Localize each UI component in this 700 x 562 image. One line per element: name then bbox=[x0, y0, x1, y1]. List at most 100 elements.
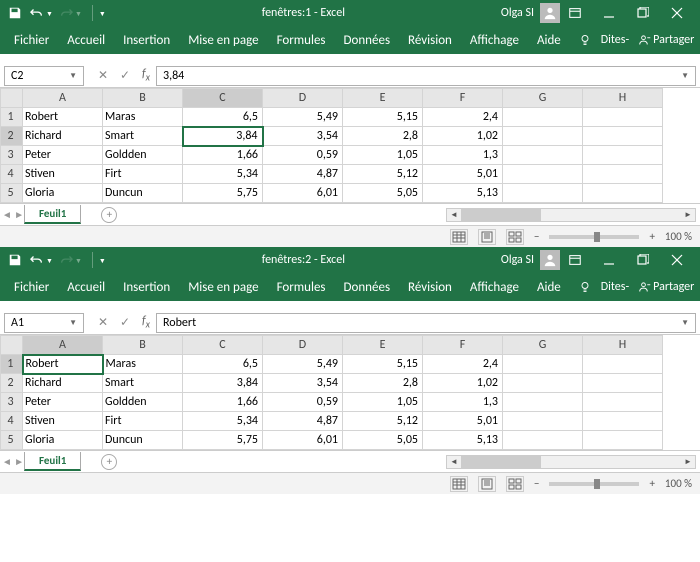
cell[interactable]: Maras bbox=[103, 355, 183, 374]
cell[interactable] bbox=[503, 146, 583, 165]
cell[interactable]: Stiven bbox=[23, 165, 103, 184]
col-header-G[interactable]: G bbox=[503, 89, 583, 108]
cell[interactable] bbox=[503, 374, 583, 393]
cell[interactable]: 5,05 bbox=[343, 184, 423, 203]
cell[interactable]: 5,01 bbox=[423, 412, 503, 431]
row-header-1[interactable]: 1 bbox=[1, 355, 23, 374]
cell[interactable]: 5,75 bbox=[183, 184, 263, 203]
zoom-out[interactable]: − bbox=[534, 230, 539, 243]
cell[interactable]: Stiven bbox=[23, 412, 103, 431]
tab-formules[interactable]: Formules bbox=[277, 280, 326, 295]
tab-aide[interactable]: Aide bbox=[537, 33, 561, 48]
tab-mise en page[interactable]: Mise en page bbox=[188, 33, 258, 48]
zoom-slider[interactable] bbox=[549, 235, 639, 239]
cell[interactable]: 1,3 bbox=[423, 393, 503, 412]
cell[interactable]: 1,05 bbox=[343, 146, 423, 165]
row-header-2[interactable]: 2 bbox=[1, 127, 23, 146]
cell[interactable]: 4,87 bbox=[263, 165, 343, 184]
cell[interactable]: 2,8 bbox=[343, 127, 423, 146]
horizontal-scrollbar[interactable]: ◄► bbox=[446, 455, 696, 469]
cell[interactable]: Smart bbox=[103, 127, 183, 146]
share-button[interactable]: Partager bbox=[639, 33, 694, 47]
zoom-level[interactable]: 100 % bbox=[665, 230, 692, 243]
cell[interactable] bbox=[503, 431, 583, 450]
cell[interactable]: 0,59 bbox=[263, 393, 343, 412]
ribbon-display-icon[interactable] bbox=[568, 6, 582, 20]
cell[interactable]: 5,49 bbox=[263, 355, 343, 374]
col-header-B[interactable]: B bbox=[103, 336, 183, 355]
maximize-icon[interactable] bbox=[636, 6, 650, 20]
save-icon[interactable] bbox=[8, 253, 22, 267]
view-layout-icon[interactable] bbox=[478, 476, 496, 492]
col-header-D[interactable]: D bbox=[263, 336, 343, 355]
cell[interactable]: 6,5 bbox=[183, 108, 263, 127]
cell[interactable]: 5,13 bbox=[423, 431, 503, 450]
enter-icon[interactable]: ✓ bbox=[116, 315, 134, 330]
zoom-slider[interactable] bbox=[549, 482, 639, 486]
cell[interactable]: 0,59 bbox=[263, 146, 343, 165]
cell[interactable]: 3,84 bbox=[183, 127, 263, 146]
tab-données[interactable]: Données bbox=[344, 280, 391, 295]
tab-affichage[interactable]: Affichage bbox=[470, 33, 519, 48]
row-header-5[interactable]: 5 bbox=[1, 431, 23, 450]
tab-aide[interactable]: Aide bbox=[537, 280, 561, 295]
cell[interactable]: 1,3 bbox=[423, 146, 503, 165]
col-header-C[interactable]: C bbox=[183, 89, 263, 108]
cell[interactable]: 5,34 bbox=[183, 412, 263, 431]
cell[interactable]: Firt bbox=[103, 165, 183, 184]
sheet-nav[interactable]: ◄ ► bbox=[2, 208, 24, 221]
cell[interactable]: 6,01 bbox=[263, 184, 343, 203]
col-header-E[interactable]: E bbox=[343, 336, 423, 355]
tab-insertion[interactable]: Insertion bbox=[123, 33, 170, 48]
select-all[interactable] bbox=[1, 336, 23, 355]
cell[interactable]: 4,87 bbox=[263, 412, 343, 431]
cell[interactable]: Firt bbox=[103, 412, 183, 431]
sheet-tab[interactable]: Feuil1 bbox=[24, 452, 81, 471]
cell[interactable]: 3,54 bbox=[263, 127, 343, 146]
cell[interactable]: 6,5 bbox=[183, 355, 263, 374]
cell[interactable]: 1,66 bbox=[183, 146, 263, 165]
cell[interactable]: 5,75 bbox=[183, 431, 263, 450]
cell[interactable]: Goldden bbox=[103, 393, 183, 412]
cell[interactable] bbox=[503, 355, 583, 374]
cell[interactable] bbox=[583, 165, 663, 184]
close-icon[interactable] bbox=[670, 6, 684, 20]
cancel-icon[interactable]: ✕ bbox=[94, 315, 112, 330]
tell-me[interactable] bbox=[579, 34, 591, 46]
col-header-E[interactable]: E bbox=[343, 89, 423, 108]
cell[interactable]: 5,05 bbox=[343, 431, 423, 450]
cell[interactable]: Gloria bbox=[23, 184, 103, 203]
cell[interactable]: 1,02 bbox=[423, 374, 503, 393]
cell[interactable]: 5,15 bbox=[343, 108, 423, 127]
cell[interactable] bbox=[583, 374, 663, 393]
col-header-H[interactable]: H bbox=[583, 89, 663, 108]
col-header-A[interactable]: A bbox=[23, 336, 103, 355]
cell[interactable]: 1,02 bbox=[423, 127, 503, 146]
view-layout-icon[interactable] bbox=[478, 229, 496, 245]
cell[interactable]: Gloria bbox=[23, 431, 103, 450]
sheet-nav[interactable]: ◄ ► bbox=[2, 455, 24, 468]
cell[interactable] bbox=[503, 108, 583, 127]
ribbon-display-icon[interactable] bbox=[568, 253, 582, 267]
tell-me[interactable] bbox=[579, 281, 591, 293]
cell[interactable]: 5,12 bbox=[343, 165, 423, 184]
tab-accueil[interactable]: Accueil bbox=[67, 280, 105, 295]
horizontal-scrollbar[interactable]: ◄► bbox=[446, 208, 696, 222]
name-box[interactable]: A1▼ bbox=[4, 313, 84, 333]
cancel-icon[interactable]: ✕ bbox=[94, 68, 112, 83]
sheet-tab[interactable]: Feuil1 bbox=[24, 205, 81, 224]
zoom-level[interactable]: 100 % bbox=[665, 477, 692, 490]
close-icon[interactable] bbox=[670, 253, 684, 267]
tab-données[interactable]: Données bbox=[344, 33, 391, 48]
view-pagebreak-icon[interactable] bbox=[506, 476, 524, 492]
cell[interactable]: Robert bbox=[23, 108, 103, 127]
fx-icon[interactable]: fx bbox=[142, 314, 150, 330]
cell[interactable] bbox=[503, 184, 583, 203]
zoom-out[interactable]: − bbox=[534, 477, 539, 490]
cell[interactable]: 5,15 bbox=[343, 355, 423, 374]
col-header-C[interactable]: C bbox=[183, 336, 263, 355]
tab-accueil[interactable]: Accueil bbox=[67, 33, 105, 48]
cell[interactable]: Richard bbox=[23, 374, 103, 393]
user-account[interactable]: Olga SI bbox=[501, 250, 560, 270]
cell[interactable] bbox=[583, 108, 663, 127]
